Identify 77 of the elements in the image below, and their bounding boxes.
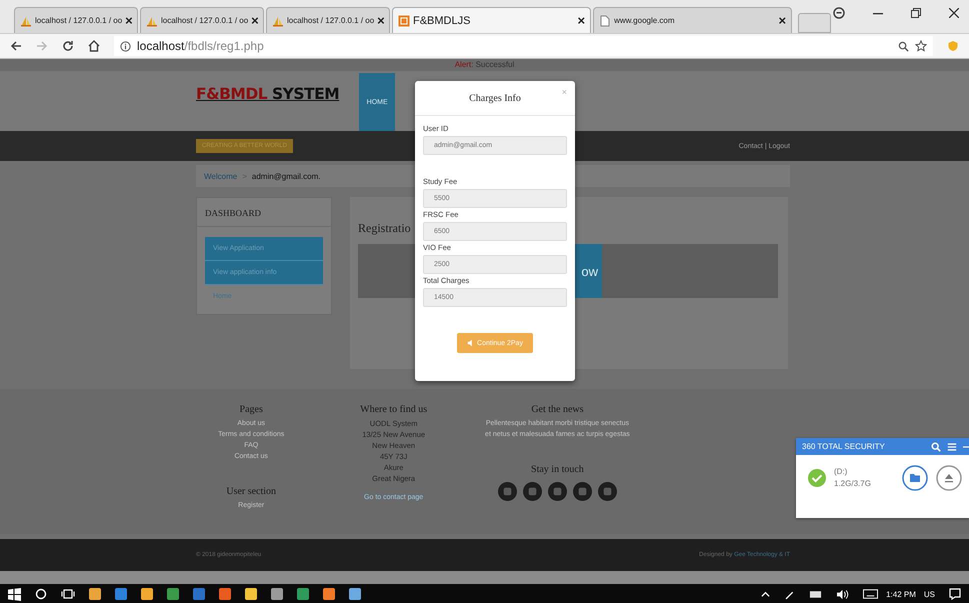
sailboat-icon [20,14,32,26]
info-icon [120,40,131,52]
language-indicator[interactable]: US [924,590,935,598]
social-icon[interactable] [498,482,517,501]
drive-usage: 1.2G/3.7G [834,478,872,490]
notification-icon[interactable] [949,588,961,600]
browser-tab[interactable]: localhost / 127.0.0.1 / oo × [14,7,138,33]
page-icon [599,14,612,26]
keyboard-icon[interactable] [863,589,878,599]
drive-label: (D:) [834,466,848,478]
sailboat-icon [146,14,158,26]
browser-tab[interactable]: localhost / 127.0.0.1 / oo × [266,7,390,33]
tab-title: www.google.com [614,16,676,25]
search-icon[interactable] [35,588,47,600]
close-tab-button[interactable]: × [778,13,786,28]
app-icon[interactable] [219,588,231,600]
reload-icon[interactable] [62,40,74,52]
app-icon[interactable] [349,588,361,600]
app-icon[interactable] [193,588,205,600]
browser-tab[interactable]: localhost / 127.0.0.1 / oo × [140,7,264,33]
alert-message: Alert: Successful [454,59,514,71]
close-tab-button[interactable]: × [377,13,385,28]
site-logo: F&BMDL SYSTEM [196,85,340,103]
close-tab-button[interactable]: × [125,13,133,28]
tab-title: localhost / 127.0.0.1 / oo [287,16,374,25]
breadcrumb-separator: > [242,172,247,180]
address-field[interactable]: localhost/fbdls/reg1.php [114,36,933,56]
back-icon[interactable] [10,40,22,52]
dashboard-title: DASHBOARD [197,198,331,227]
app-icon[interactable] [115,588,127,600]
register-button[interactable]: ow [572,244,602,298]
footer-heading: User section [226,486,276,497]
app-icon[interactable] [297,588,309,600]
registration-title: Registratio [358,221,411,236]
app-icon[interactable] [89,588,101,600]
menu-icon[interactable] [947,442,957,452]
welcome-link[interactable]: Welcome [204,172,238,180]
profile-icon[interactable] [833,6,846,18]
footer-heading: Stay in touch [531,464,584,475]
clock-text[interactable]: 1:42 PM [886,590,916,598]
app-icon[interactable] [141,588,153,600]
app-icon[interactable] [271,588,283,600]
browser-tab[interactable]: www.google.com × [593,7,792,33]
modal-title: Charges Info [469,92,521,104]
footer-heading: Pages [240,404,263,415]
app-icon[interactable] [167,588,179,600]
chevron-up-icon[interactable] [761,590,770,598]
volume-icon[interactable] [836,588,850,600]
restore-icon[interactable] [911,8,922,18]
start-icon[interactable] [8,588,21,600]
widget-title: 360 TOTAL SECURITY [802,442,886,451]
app-icon[interactable] [323,588,335,600]
eject-button-icon[interactable] [936,465,962,491]
close-icon[interactable] [949,8,960,18]
home-icon[interactable] [88,40,100,52]
tab-title: F&BMDLJS [413,14,472,26]
star-icon[interactable] [915,40,927,52]
social-icon[interactable] [598,482,617,501]
zoom-icon[interactable] [898,40,909,52]
user-email: admin@gmail.com. [252,172,320,180]
social-icon[interactable] [522,482,542,501]
check-icon [808,469,826,487]
social-icon[interactable] [572,482,592,501]
url-text: localhost/fbdls/reg1.php [137,39,264,53]
sailboat-icon [272,14,284,26]
tab-title: localhost / 127.0.0.1 / oo [35,16,122,25]
social-icon[interactable] [548,482,567,501]
folder-button-icon[interactable] [902,465,928,491]
footer-heading: Get the news [531,404,584,415]
close-tab-button[interactable]: × [577,13,586,28]
tab-title: localhost / 127.0.0.1 / oo [161,16,248,25]
task-view-icon[interactable] [61,588,75,600]
site-icon [398,14,410,26]
close-tab-button[interactable]: × [251,13,259,28]
app-icon[interactable] [245,588,257,600]
browser-tab[interactable]: F&BMDLJS × [392,7,592,33]
footer-heading: Where to find us [360,404,428,415]
